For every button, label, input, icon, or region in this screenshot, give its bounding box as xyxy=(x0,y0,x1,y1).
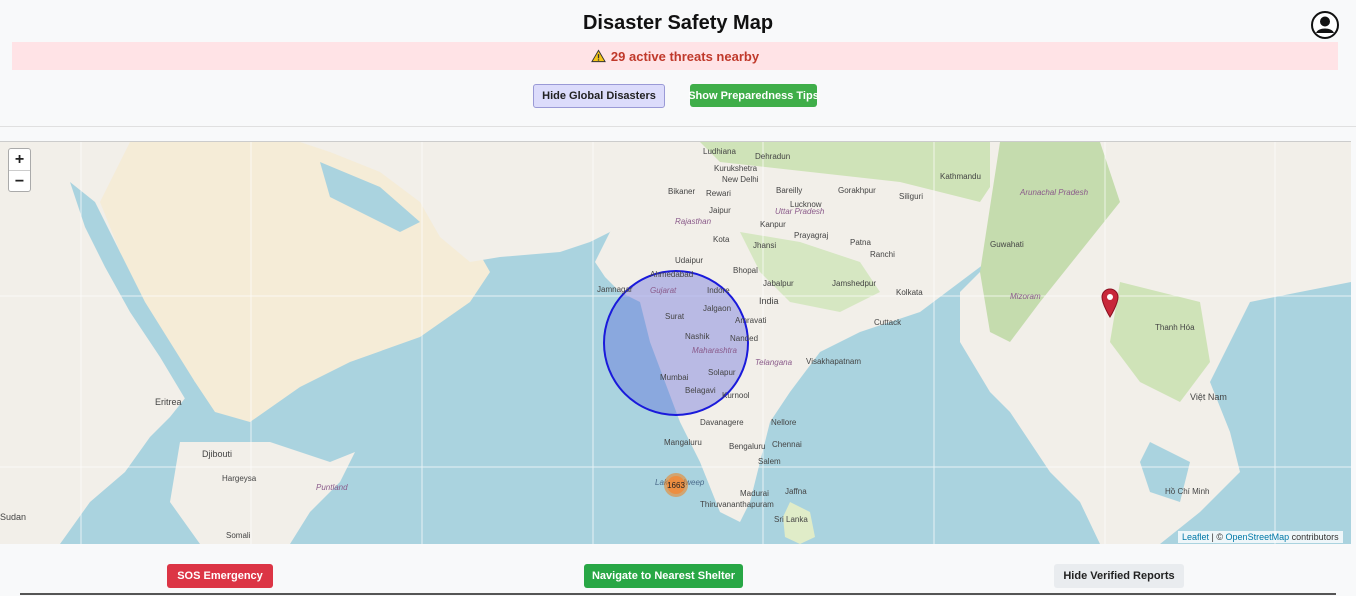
map-label: Jaipur xyxy=(709,206,731,215)
page-title: Disaster Safety Map xyxy=(582,12,774,34)
zoom-in-button[interactable]: + xyxy=(9,149,30,171)
map-label: Visakhapatnam xyxy=(806,357,861,366)
map-label: Bengaluru xyxy=(729,442,766,451)
map-label: Eritrea xyxy=(155,397,182,407)
map-label: Kathmandu xyxy=(940,172,981,181)
zoom-control: + − xyxy=(8,148,31,192)
zoom-out-button[interactable]: − xyxy=(9,171,30,192)
map-label: Cuttack xyxy=(874,318,902,327)
map-label: Jamshedpur xyxy=(832,279,877,288)
map-label: Jalgaon xyxy=(703,304,732,313)
map-label: Solapur xyxy=(708,368,736,377)
map-label: Nellore xyxy=(771,418,797,427)
map-label: Sudan xyxy=(0,512,27,522)
map-label: Hồ Chí Minh xyxy=(1165,487,1210,496)
attribution-separator: | © xyxy=(1211,532,1224,542)
map-label: Kurukshetra xyxy=(714,164,758,173)
map-label: New Delhi xyxy=(722,175,759,184)
map-label: Patna xyxy=(850,238,871,247)
map-label: Hargeysa xyxy=(222,474,257,483)
map-label: Việt Nam xyxy=(1190,392,1227,402)
map-label: Dehradun xyxy=(755,152,791,161)
map-label: Salem xyxy=(758,457,781,466)
map-label: Bikaner xyxy=(668,187,696,196)
map-label: Arunachal Pradesh xyxy=(1020,188,1089,197)
disaster-cluster-marker[interactable]: 1663 xyxy=(664,473,688,497)
sos-emergency-button[interactable]: SOS Emergency xyxy=(167,564,273,588)
map-label: Surat xyxy=(665,312,685,321)
map-label: Indore xyxy=(707,286,730,295)
map-label: Thiruvananthapuram xyxy=(700,500,774,509)
map-label: Amravati xyxy=(735,316,767,325)
map-label: Puntland xyxy=(316,483,348,492)
map-label: Lucknow xyxy=(790,200,822,209)
map-attribution: Leaflet | © OpenStreetMap contributors xyxy=(1178,531,1343,543)
map-label: Jaffna xyxy=(785,487,807,496)
map-pin-icon[interactable] xyxy=(1101,288,1119,318)
map-label: India xyxy=(759,296,779,306)
map-label: Mizoram xyxy=(1010,292,1041,301)
map-label: Madurai xyxy=(740,489,769,498)
map-label: Somali xyxy=(226,531,251,540)
navigate-to-shelter-button[interactable]: Navigate to Nearest Shelter xyxy=(584,564,743,588)
map-label: Sri Lanka xyxy=(774,515,808,524)
map-label: Ludhiana xyxy=(703,147,736,156)
map-label: Mangaluru xyxy=(664,438,702,447)
map-label: Nashik xyxy=(685,332,710,341)
user-profile-icon[interactable] xyxy=(1311,11,1339,39)
map-label: Udaipur xyxy=(675,256,704,265)
map-label: Guwahati xyxy=(990,240,1024,249)
map-label: Chennai xyxy=(772,440,802,449)
map-label: Ahmedabad xyxy=(650,270,694,279)
threat-alert-banner: 29 active threats nearby xyxy=(12,42,1338,70)
map-label: Bhopal xyxy=(733,266,758,275)
cluster-count: 1663 xyxy=(667,476,685,494)
hide-global-disasters-button[interactable]: Hide Global Disasters xyxy=(533,84,665,108)
scroll-indicator xyxy=(20,593,1336,595)
show-preparedness-tips-button[interactable]: Show Preparedness Tips xyxy=(688,84,819,107)
map-label: Jhansi xyxy=(753,241,777,250)
map-label: Nanded xyxy=(730,334,759,343)
map-label: Belagavi xyxy=(685,386,716,395)
map-label: Mumbai xyxy=(660,373,689,382)
map-label: Davanagere xyxy=(700,418,744,427)
map-label: Telangana xyxy=(755,358,793,367)
map-label: Prayagraj xyxy=(794,231,829,240)
map-label: Jamnagar xyxy=(597,285,633,294)
map-label: Djibouti xyxy=(202,449,233,459)
map-label: Kota xyxy=(713,235,730,244)
map-label: Gujarat xyxy=(650,286,677,295)
map-label: Kanpur xyxy=(760,220,786,229)
map-label: Rajasthan xyxy=(675,217,712,226)
openstreetmap-link[interactable]: OpenStreetMap xyxy=(1226,532,1290,542)
divider xyxy=(0,126,1356,127)
leaflet-link[interactable]: Leaflet xyxy=(1182,532,1209,542)
hide-verified-reports-button[interactable]: Hide Verified Reports xyxy=(1054,564,1184,588)
map-label: Gorakhpur xyxy=(838,186,876,195)
disaster-map[interactable]: Ludhiana Dehradun Kurukshetra New Delhi … xyxy=(0,141,1351,544)
map-label: Kolkata xyxy=(896,288,923,297)
attribution-suffix: contributors xyxy=(1291,532,1339,542)
map-label: Bareilly xyxy=(776,186,803,195)
map-label: Kurnool xyxy=(722,391,750,400)
map-label: Rewari xyxy=(706,189,731,198)
map-label: Siliguri xyxy=(899,192,924,201)
map-label: Maharashtra xyxy=(692,346,737,355)
map-label: Ranchi xyxy=(870,250,895,259)
map-label: Jabalpur xyxy=(763,279,794,288)
map-label: Thanh Hóa xyxy=(1155,323,1195,332)
threat-alert-text: 29 active threats nearby xyxy=(610,48,760,64)
warning-icon xyxy=(591,49,606,63)
